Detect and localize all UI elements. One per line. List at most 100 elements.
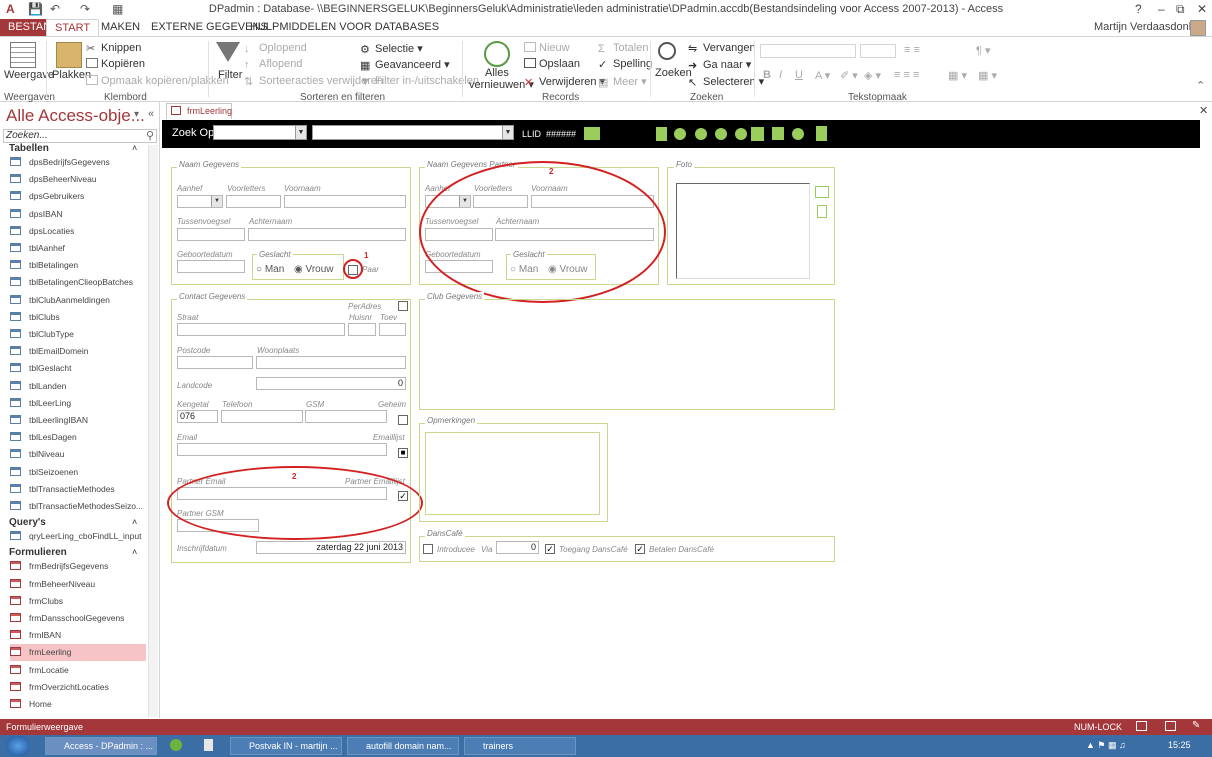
- aanhef-select[interactable]: ▼: [177, 195, 223, 208]
- select-button[interactable]: ↖ Selecteren ▾: [688, 75, 764, 89]
- advanced-button[interactable]: ▦ Geavanceerd ▾: [360, 58, 450, 72]
- pinned-app-icon[interactable]: [170, 739, 182, 751]
- nav-item[interactable]: tblEmailDomein: [10, 343, 146, 360]
- gridlines-icon[interactable]: ▦ ▾: [978, 69, 997, 82]
- nav-category-tables[interactable]: Tabellen: [9, 143, 49, 154]
- geboortedatum-field[interactable]: [177, 260, 245, 273]
- align-icons[interactable]: ≡ ≡ ≡: [894, 69, 919, 81]
- exit-door-icon[interactable]: [816, 126, 827, 141]
- help-button[interactable]: ?: [1135, 2, 1142, 16]
- inschrijfdatum-field[interactable]: zaterdag 22 juni 2013: [256, 541, 406, 554]
- search-icon[interactable]: ⚲: [146, 129, 154, 142]
- nav-item[interactable]: frmClubs: [10, 593, 146, 610]
- nav-category-forms[interactable]: Formulieren: [9, 547, 67, 558]
- list-bullets-icon[interactable]: ≡ ≡: [904, 44, 920, 56]
- nav-item[interactable]: tblGeslacht: [10, 360, 146, 377]
- save-disk-icon[interactable]: [772, 127, 784, 140]
- new-record-button[interactable]: Nieuw: [524, 42, 570, 54]
- alt-row-color-icon[interactable]: ▦ ▾: [948, 69, 967, 82]
- category-collapse-icon[interactable]: ˄: [132, 547, 137, 557]
- design-view-icon[interactable]: ✎: [1192, 720, 1200, 731]
- find-button[interactable]: Zoeken: [655, 67, 692, 79]
- nav-item[interactable]: dpsLocaties: [10, 223, 146, 240]
- photo-add-icon[interactable]: [815, 186, 829, 198]
- telefoon-field[interactable]: [221, 410, 303, 423]
- email-field[interactable]: [177, 443, 387, 456]
- nav-item[interactable]: frmBedrijfsGegevens: [10, 558, 146, 575]
- layout-view-icon[interactable]: [1165, 721, 1176, 731]
- font-size-select[interactable]: [860, 44, 896, 58]
- nav-item[interactable]: tblAanhef: [10, 240, 146, 257]
- nav-collapse-icon[interactable]: «: [148, 108, 154, 120]
- nav-item[interactable]: dpsGebruikers: [10, 188, 146, 205]
- nav-item[interactable]: frmBeheerNiveau: [10, 576, 146, 593]
- italic-button[interactable]: I: [779, 69, 782, 81]
- paragraph-icon[interactable]: ¶ ▾: [976, 44, 991, 57]
- woonplaats-field[interactable]: [256, 356, 406, 369]
- taskbar-item[interactable]: trainers: [464, 737, 576, 755]
- nav-item[interactable]: tblClubAanmeldingen: [10, 292, 146, 309]
- more-button[interactable]: ▤ Meer ▾: [598, 75, 647, 89]
- first-record-icon[interactable]: [674, 128, 686, 140]
- filter-icon[interactable]: [216, 42, 240, 62]
- refresh-all-icon[interactable]: [484, 41, 510, 67]
- peradres-checkbox[interactable]: [398, 301, 408, 311]
- voornaam-field[interactable]: [284, 195, 406, 208]
- nav-item[interactable]: frmDansschoolGegevens: [10, 610, 146, 627]
- nav-item[interactable]: frmOverzichtLocaties: [10, 679, 146, 696]
- nav-item[interactable]: tblClubType: [10, 326, 146, 343]
- cut-button[interactable]: ✂ Knippen: [86, 42, 141, 55]
- restore-button[interactable]: ⧉: [1176, 2, 1185, 17]
- tray-icons[interactable]: ▲ ⚑ ▦ ♫: [1086, 740, 1126, 751]
- highlight-icon[interactable]: ✐ ▾: [840, 69, 858, 82]
- selection-button[interactable]: ⚙ Selectie ▾: [360, 42, 423, 56]
- close-button[interactable]: ✕: [1197, 2, 1207, 16]
- goto-button[interactable]: ➜ Ga naar ▾: [688, 58, 751, 72]
- binoculars-icon[interactable]: [658, 42, 676, 60]
- taskbar-item[interactable]: Postvak IN - martijn ...: [230, 737, 342, 755]
- print-icon[interactable]: [584, 127, 600, 140]
- nav-item[interactable]: dpsIBAN: [10, 206, 146, 223]
- nav-item[interactable]: dpsBeheerNiveau: [10, 171, 146, 188]
- font-name-select[interactable]: [760, 44, 856, 58]
- photo-delete-icon[interactable]: [817, 205, 827, 218]
- pinned-doc-icon[interactable]: [204, 739, 213, 751]
- replace-button[interactable]: ⇋ Vervangen: [688, 42, 756, 55]
- gsm-field[interactable]: [305, 410, 387, 423]
- voorletters-field[interactable]: [226, 195, 281, 208]
- user-name[interactable]: Martijn Verdaasdonk: [1086, 19, 1202, 36]
- nav-search-input[interactable]: Zoeken...: [3, 129, 157, 143]
- nav-item[interactable]: tblSeizoenen: [10, 464, 146, 481]
- opmerkingen-field[interactable]: [425, 432, 600, 515]
- collapse-ribbon-icon[interactable]: ⌃: [1196, 79, 1205, 92]
- minimize-button[interactable]: –: [1158, 2, 1165, 16]
- betalen-checkbox[interactable]: ✓: [635, 544, 645, 554]
- nav-item[interactable]: qryLeerLing_cboFindLL_input: [10, 528, 146, 545]
- bold-button[interactable]: B: [763, 69, 771, 81]
- straat-field[interactable]: [177, 323, 345, 336]
- start-button[interactable]: [6, 736, 30, 756]
- nav-item[interactable]: frmLocatie: [10, 662, 146, 679]
- toegang-checkbox[interactable]: ✓: [545, 544, 555, 554]
- nav-item[interactable]: tblTransactieMethodes: [10, 481, 146, 498]
- delete-record-button[interactable]: ✕ Verwijderen ▾: [524, 75, 605, 89]
- last-record-icon[interactable]: [735, 128, 747, 140]
- nav-item[interactable]: frmLeerling: [10, 644, 146, 662]
- landcode-field[interactable]: 0: [256, 377, 406, 390]
- postcode-field[interactable]: [177, 356, 253, 369]
- nav-item[interactable]: Home: [10, 696, 146, 713]
- taskbar-item[interactable]: autofill domain nam...: [347, 737, 459, 755]
- nav-item[interactable]: tblTransactieMethodesSeizo...: [10, 498, 146, 515]
- nav-category-queries[interactable]: Query's: [9, 517, 46, 528]
- nav-item[interactable]: tblNiveau: [10, 446, 146, 463]
- via-field[interactable]: 0: [496, 541, 539, 554]
- nav-item[interactable]: tblBetalingenClieopBatches: [10, 274, 146, 291]
- category-collapse-icon[interactable]: ˄: [132, 143, 137, 153]
- previous-record-icon[interactable]: [695, 128, 707, 140]
- tab-start[interactable]: START: [46, 19, 100, 36]
- font-color-icon[interactable]: A ▾: [815, 69, 830, 82]
- spelling-button[interactable]: ✓ Spelling: [598, 58, 652, 71]
- nav-menu-icon[interactable]: ▾: [134, 109, 139, 120]
- totals-button[interactable]: Σ Totalen: [598, 42, 648, 55]
- nav-item[interactable]: dpsBedrijfsGegevens: [10, 154, 146, 171]
